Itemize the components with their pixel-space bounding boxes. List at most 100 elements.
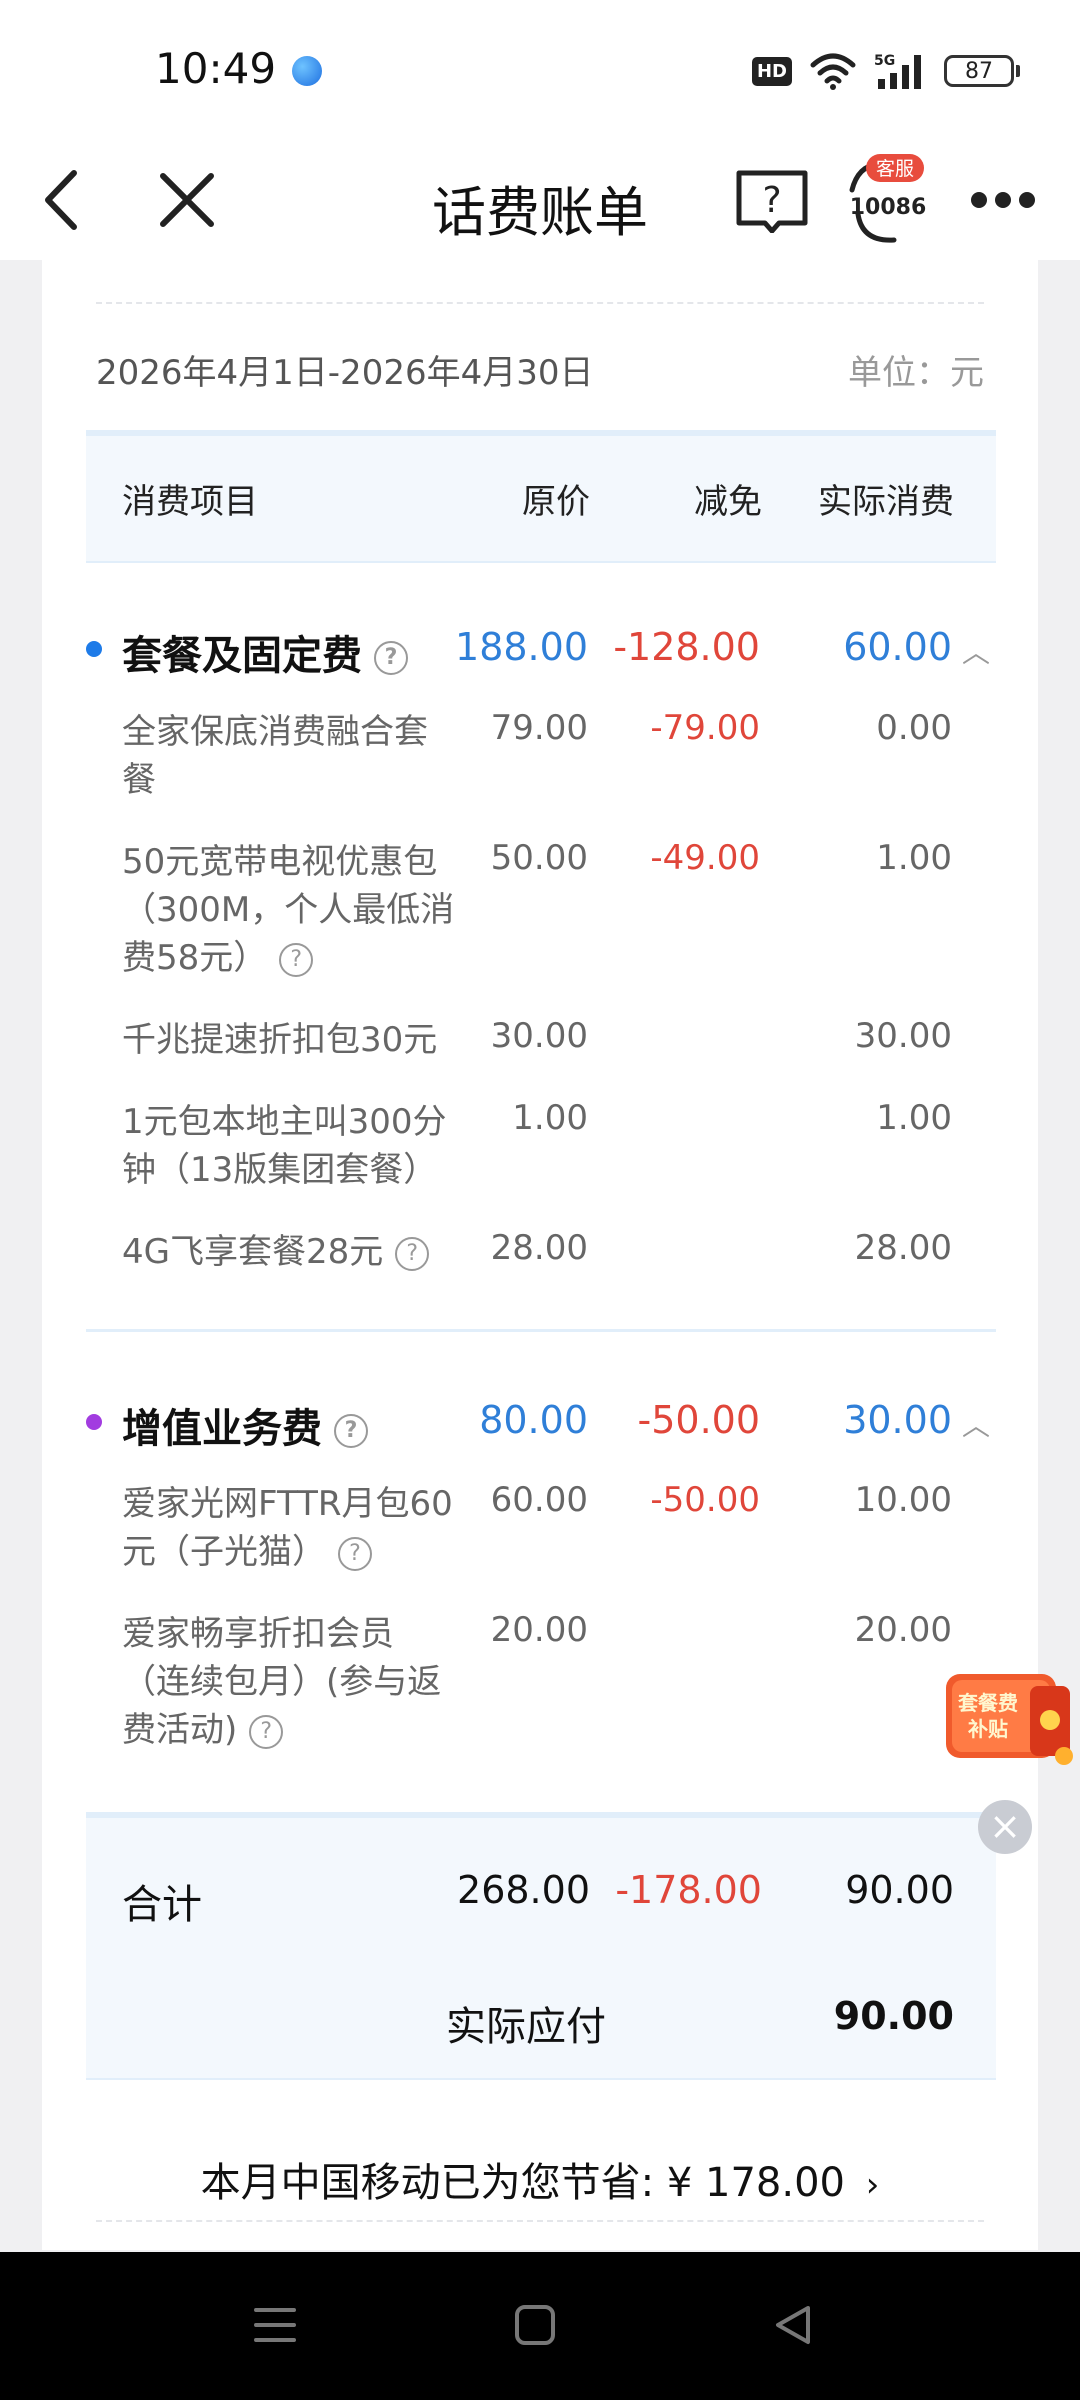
- item-name-line: 餐: [122, 760, 156, 800]
- col-actual: 实际消费: [818, 482, 954, 522]
- item-name-line: （连续包月）(参与返: [122, 1662, 442, 1702]
- section-header-value-added[interactable]: 增值业务费? 80.00 -50.00 30.00 ︿: [42, 1388, 1038, 1458]
- menu-icon: [254, 2308, 296, 2342]
- item-name-line: 爱家畅享折扣会员: [122, 1614, 394, 1654]
- item-actual: 0.00: [876, 708, 952, 748]
- hd-icon: HD: [751, 56, 792, 86]
- section-dot: [86, 1414, 102, 1430]
- section-discount: -50.00: [637, 1398, 761, 1442]
- item-name-line: 50元宽带电视优惠包: [122, 842, 438, 882]
- item-actual: 1.00: [876, 838, 952, 878]
- bill-period: 2026年4月1日-2026年4月30日: [96, 353, 594, 393]
- item-name-line: 费58元）: [122, 938, 268, 978]
- section-header-package[interactable]: 套餐及固定费? 188.00 -128.00 60.00 ︿: [42, 615, 1038, 685]
- section-dot: [86, 641, 102, 657]
- total-box: 合计 268.00 -178.00 90.00 实际应付 90.00: [86, 1812, 996, 2080]
- more-dots-icon: [971, 192, 1035, 208]
- collapse-chevron-icon[interactable]: ︿: [962, 631, 990, 671]
- svg-text:10086: 10086: [850, 195, 927, 220]
- col-discount: 减免: [694, 482, 762, 522]
- item-actual: 28.00: [854, 1228, 952, 1268]
- home-button[interactable]: [512, 2302, 558, 2352]
- help-icon[interactable]: ?: [279, 942, 314, 977]
- unit-label: 单位：元: [848, 353, 984, 393]
- svg-text:?: ?: [762, 180, 781, 221]
- status-bar: 10:49 HD 5G 87: [0, 0, 1080, 140]
- item-orig: 50.00: [490, 838, 588, 878]
- total-orig: 268.00: [457, 1868, 590, 1912]
- gift-envelope-icon: 套餐费 补贴: [946, 1674, 1073, 1765]
- promo-close-button[interactable]: ×: [978, 1800, 1032, 1854]
- item-name-line: 4G飞享套餐28元: [122, 1232, 384, 1272]
- item-orig: 79.00: [490, 708, 588, 748]
- savings-text: 本月中国移动已为您节省: ¥ 178.00: [200, 2160, 845, 2206]
- help-icon[interactable]: ?: [338, 1536, 372, 1571]
- payable-label: 实际应付: [446, 2004, 606, 2050]
- section-divider: [86, 1329, 996, 1332]
- status-icons: HD 5G 87: [751, 48, 1020, 94]
- bill-item: 爱家光网FTTR月包60 元（子光猫）? 60.00 -50.00 10.00: [42, 1480, 1038, 1590]
- signal-5g-icon: 5G: [874, 53, 921, 89]
- more-button[interactable]: [966, 180, 1040, 220]
- item-orig: 28.00: [490, 1228, 588, 1268]
- bill-item: 50元宽带电视优惠包 （300M，个人最低消 费58元）? 50.00 -49.…: [42, 838, 1038, 998]
- table-header: 消费项目 原价 减免 实际消费: [86, 430, 996, 563]
- item-name-line: 千兆提速折扣包30元: [122, 1020, 438, 1060]
- bill-item: 爱家畅享折扣会员 （连续包月）(参与返 费活动)? 20.00 20.00: [42, 1610, 1038, 1770]
- total-label: 合计: [122, 1882, 202, 1928]
- col-item: 消费项目: [122, 482, 258, 522]
- svg-text:套餐费: 套餐费: [958, 1691, 1018, 1715]
- home-square-icon: [515, 2305, 555, 2345]
- bill-card: 2026年4月1日-2026年4月30日 单位：元 消费项目 原价 减免 实际消…: [42, 260, 1038, 2250]
- section-actual: 60.00: [843, 625, 952, 669]
- item-orig: 20.00: [490, 1610, 588, 1650]
- promo-floating-badge[interactable]: 套餐费 补贴: [938, 1660, 1080, 1772]
- item-actual: 20.00: [854, 1610, 952, 1650]
- back-triangle-icon: [776, 2306, 810, 2344]
- item-name-line: （300M，个人最低消: [122, 890, 455, 930]
- item-orig: 1.00: [512, 1098, 588, 1138]
- payable-value: 90.00: [833, 1994, 954, 2038]
- item-actual: 30.00: [854, 1016, 952, 1056]
- item-name-line: 1元包本地主叫300分: [122, 1102, 447, 1142]
- back-nav-button[interactable]: [770, 2302, 816, 2352]
- system-nav-bar: [0, 2252, 1080, 2400]
- collapse-chevron-icon[interactable]: ︿: [962, 1404, 990, 1444]
- battery-icon: 87: [944, 55, 1020, 87]
- item-actual: 10.00: [854, 1480, 952, 1520]
- savings-link[interactable]: 本月中国移动已为您节省: ¥ 178.00 ›: [42, 2150, 1038, 2208]
- bill-item: 千兆提速折扣包30元 30.00 30.00: [42, 1016, 1038, 1076]
- section-orig: 188.00: [455, 625, 588, 669]
- divider: [96, 2220, 984, 2222]
- help-icon[interactable]: ?: [249, 1714, 284, 1749]
- customer-service-button[interactable]: 客服 10086: [848, 150, 928, 250]
- section-orig: 80.00: [479, 1398, 588, 1442]
- svg-text:5G: 5G: [874, 53, 895, 69]
- wifi-icon: [810, 53, 856, 90]
- status-time: 10:49: [155, 44, 277, 93]
- item-actual: 1.00: [876, 1098, 952, 1138]
- item-discount: -79.00: [650, 708, 760, 748]
- recents-button[interactable]: [252, 2302, 298, 2352]
- help-icon[interactable]: ?: [395, 1236, 430, 1271]
- help-icon[interactable]: ?: [334, 1414, 368, 1448]
- total-discount: -178.00: [615, 1868, 762, 1912]
- item-name-line: 爱家光网FTTR月包60: [122, 1484, 453, 1524]
- section-title: 套餐及固定费: [122, 633, 362, 679]
- item-name-line: 元（子光猫）: [122, 1532, 326, 1572]
- svg-text:客服: 客服: [876, 158, 914, 180]
- help-button[interactable]: ?: [734, 164, 810, 236]
- app-notification-icon: [292, 56, 322, 86]
- help-icon[interactable]: ?: [374, 641, 408, 675]
- customer-service-icon: 客服 10086: [849, 154, 927, 243]
- svg-text:补贴: 补贴: [967, 1717, 1008, 1741]
- bill-item: 全家保底消费融合套 餐 79.00 -79.00 0.00: [42, 708, 1038, 818]
- help-book-icon: ?: [736, 170, 808, 233]
- close-icon: ×: [989, 1804, 1021, 1848]
- section-discount: -128.00: [613, 625, 760, 669]
- item-orig: 60.00: [490, 1480, 588, 1520]
- total-actual: 90.00: [845, 1868, 954, 1912]
- item-name-line: 费活动): [122, 1710, 238, 1750]
- bill-item: 4G飞享套餐28元? 28.00 28.00: [42, 1228, 1038, 1288]
- item-discount: -49.00: [650, 838, 760, 878]
